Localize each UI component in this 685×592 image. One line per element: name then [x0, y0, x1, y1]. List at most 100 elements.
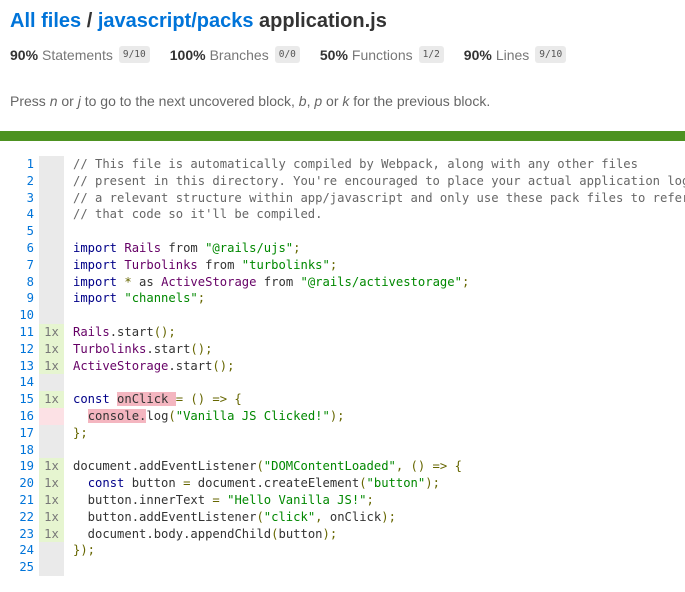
- code-line: // present in this directory. You're enc…: [73, 173, 685, 190]
- code-token: start: [175, 358, 213, 373]
- code-line: import Turbolinks from "turbolinks";: [73, 257, 685, 274]
- code-token: ();: [153, 324, 176, 339]
- code-token: createElement: [263, 476, 360, 491]
- code-line: document.body.appendChild(button);: [73, 526, 685, 543]
- code-token: import: [73, 240, 118, 255]
- code-token: addEventListener: [139, 459, 257, 474]
- code-coverage-table: 1 2 3 4 5 6 7 8 9 10 11 12 13 14 15 16 17 18 19 20 21 22 23 24 2…: [0, 156, 685, 576]
- code-token: .: [168, 358, 176, 373]
- line-number-link[interactable]: 16: [0, 408, 34, 425]
- line-number-link[interactable]: 15: [0, 391, 34, 408]
- code-token: "button": [366, 476, 426, 491]
- code-token: "channels": [124, 291, 198, 306]
- code-token: // a relevant structure within app/javas…: [73, 190, 685, 205]
- code-token: ActiveStorage: [161, 274, 257, 289]
- key-p: p: [314, 93, 323, 109]
- line-number-link[interactable]: 22: [0, 509, 34, 526]
- code-token: );: [329, 408, 345, 423]
- code-token: onClick: [329, 509, 382, 524]
- code-token: "Vanilla JS Clicked!": [175, 408, 330, 423]
- code-line: // that code so it'll be compiled.: [73, 206, 685, 223]
- keyboard-hint: Press n or j to go to the next uncovered…: [10, 93, 491, 109]
- hit-count: [39, 307, 64, 324]
- hit-count: [39, 223, 64, 240]
- lines-stat: 90% Lines 9/10: [463, 46, 567, 63]
- functions-stat: 50% Functions 1/2: [320, 46, 444, 63]
- code-line: // a relevant structure within app/javas…: [73, 190, 685, 207]
- line-number-link[interactable]: 21: [0, 492, 34, 509]
- line-number-link[interactable]: 8: [0, 274, 34, 291]
- code-token: innerText: [139, 492, 213, 507]
- code-token: const: [73, 392, 110, 407]
- line-number-link[interactable]: 24: [0, 542, 34, 559]
- line-number-link[interactable]: 11: [0, 324, 34, 341]
- code-token: import: [73, 291, 118, 306]
- line-number-link[interactable]: 25: [0, 559, 34, 576]
- lines-pct: 90%: [463, 46, 492, 63]
- code-token: addEventListener: [139, 509, 257, 524]
- line-number-link[interactable]: 7: [0, 257, 34, 274]
- code-token: (: [168, 408, 176, 423]
- code-token: Turbolinks: [124, 257, 198, 272]
- hit-count: [39, 239, 64, 257]
- code-token: button: [124, 476, 184, 491]
- statements-stat: 90% Statements 9/10: [10, 46, 150, 63]
- code-line: // This file is automatically compiled b…: [73, 156, 685, 173]
- line-number-link[interactable]: 23: [0, 526, 34, 543]
- code-token: ();: [190, 341, 213, 356]
- code-token: button.: [73, 509, 140, 524]
- breadcrumb: All files / javascript/packs application…: [10, 10, 675, 32]
- hit-count: 1x: [39, 323, 64, 341]
- hit-count: [39, 189, 64, 207]
- hit-count: [39, 542, 64, 560]
- line-number-link[interactable]: 17: [0, 425, 34, 442]
- line-number-link[interactable]: 5: [0, 223, 34, 240]
- line-number-link[interactable]: 1: [0, 156, 34, 173]
- code-token: .: [131, 459, 140, 474]
- code-token: "Hello Vanilla JS!": [227, 492, 367, 507]
- hit-count: [39, 290, 64, 308]
- code-token: ;: [197, 291, 206, 306]
- statements-pct: 90%: [10, 46, 39, 63]
- file-name: application.js: [259, 10, 387, 32]
- hit-count: [39, 374, 64, 392]
- line-number-link[interactable]: 6: [0, 240, 34, 257]
- line-number-link[interactable]: 14: [0, 374, 34, 391]
- line-number-link[interactable]: 10: [0, 307, 34, 324]
- line-number-link[interactable]: 2: [0, 173, 34, 190]
- lines-fraction: 9/10: [535, 46, 567, 63]
- all-files-link[interactable]: All files: [10, 10, 81, 32]
- branches-fraction: 0/0: [274, 46, 300, 63]
- line-number-link[interactable]: 18: [0, 442, 34, 459]
- code-token: "turbolinks": [241, 257, 330, 272]
- code-token: import: [73, 274, 118, 289]
- line-number-link[interactable]: 4: [0, 206, 34, 223]
- coverage-summary: 90% Statements 9/10 100% Branches 0/0 50…: [10, 46, 675, 63]
- uncovered-code-token: console.: [87, 408, 147, 423]
- code-token: from: [256, 274, 301, 289]
- line-number-link[interactable]: 9: [0, 290, 34, 307]
- line-number-link[interactable]: 3: [0, 190, 34, 207]
- folder-link[interactable]: javascript/packs: [98, 10, 254, 32]
- code-token: *: [124, 274, 132, 289]
- code-token: , () => {: [395, 459, 462, 474]
- code-token: start: [153, 341, 191, 356]
- functions-label: Functions: [351, 46, 413, 63]
- code-line: import "channels";: [73, 290, 685, 307]
- line-number-link[interactable]: 20: [0, 475, 34, 492]
- hit-count: [39, 441, 64, 459]
- hit-count: 1x: [39, 491, 64, 509]
- hit-count: 1x: [39, 391, 64, 408]
- code-token: // present in this directory. You're enc…: [73, 173, 685, 188]
- line-number-link[interactable]: 19: [0, 458, 34, 475]
- code-token: document.: [190, 476, 264, 491]
- code-line: ActiveStorage.start();: [73, 358, 685, 375]
- code-token: );: [381, 509, 396, 524]
- code-token: start: [117, 324, 154, 339]
- line-number-link[interactable]: 13: [0, 358, 34, 375]
- code-token: body: [153, 526, 184, 541]
- line-number-link[interactable]: 12: [0, 341, 34, 358]
